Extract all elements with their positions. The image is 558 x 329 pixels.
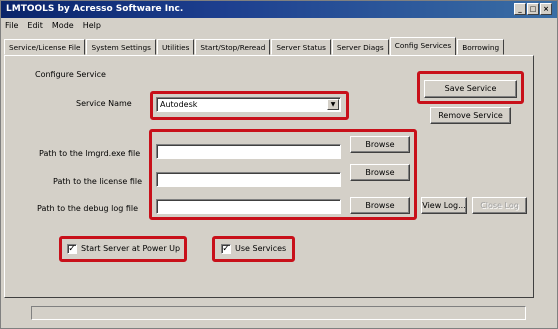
lmtools-window: LMTOOLS by Acresso Software Inc. _ □ × F… (0, 0, 558, 329)
tab-utilities[interactable]: Utilities (156, 39, 195, 55)
highlight-service-name (150, 91, 349, 120)
tab-strip: Service/License File System Settings Uti… (4, 37, 505, 56)
highlight-start-server (59, 236, 187, 262)
tab-config-services[interactable]: Config Services (389, 37, 457, 55)
close-log-button: Close Log (472, 197, 527, 214)
remove-service-button[interactable]: Remove Service (430, 107, 511, 124)
configure-service-label: Configure Service (35, 70, 106, 79)
lmgrd-path-label: Path to the lmgrd.exe file (39, 149, 141, 158)
config-services-panel: Configure Service Service Name Autodesk … (4, 55, 534, 298)
minimize-icon[interactable]: _ (514, 3, 526, 15)
tab-service-license-file[interactable]: Service/License File (4, 39, 86, 55)
maximize-icon[interactable]: □ (527, 3, 539, 15)
highlight-use-services (212, 236, 295, 262)
close-icon[interactable]: × (540, 3, 552, 15)
license-path-label: Path to the license file (53, 177, 143, 186)
menu-help[interactable]: Help (83, 21, 101, 30)
title-bar[interactable]: LMTOOLS by Acresso Software Inc. _ □ × (1, 1, 557, 18)
tab-server-status[interactable]: Server Status (271, 39, 331, 55)
menu-file[interactable]: File (5, 21, 18, 30)
menu-mode[interactable]: Mode (52, 21, 74, 30)
tab-system-settings[interactable]: System Settings (86, 39, 156, 55)
tab-start-stop-reread[interactable]: Start/Stop/Reread (195, 39, 271, 55)
view-log-button[interactable]: View Log... (421, 197, 467, 214)
tab-server-diags[interactable]: Server Diags (331, 39, 389, 55)
menu-bar: File Edit Mode Help (5, 21, 101, 30)
window-title: LMTOOLS by Acresso Software Inc. (6, 4, 184, 14)
menu-edit[interactable]: Edit (27, 21, 43, 30)
debug-log-path-label: Path to the debug log file (37, 204, 139, 213)
status-bar (31, 306, 526, 320)
tab-borrowing[interactable]: Borrowing (457, 39, 505, 55)
service-name-label: Service Name (76, 99, 132, 108)
highlight-save-service (417, 71, 524, 104)
highlight-paths (149, 129, 417, 220)
